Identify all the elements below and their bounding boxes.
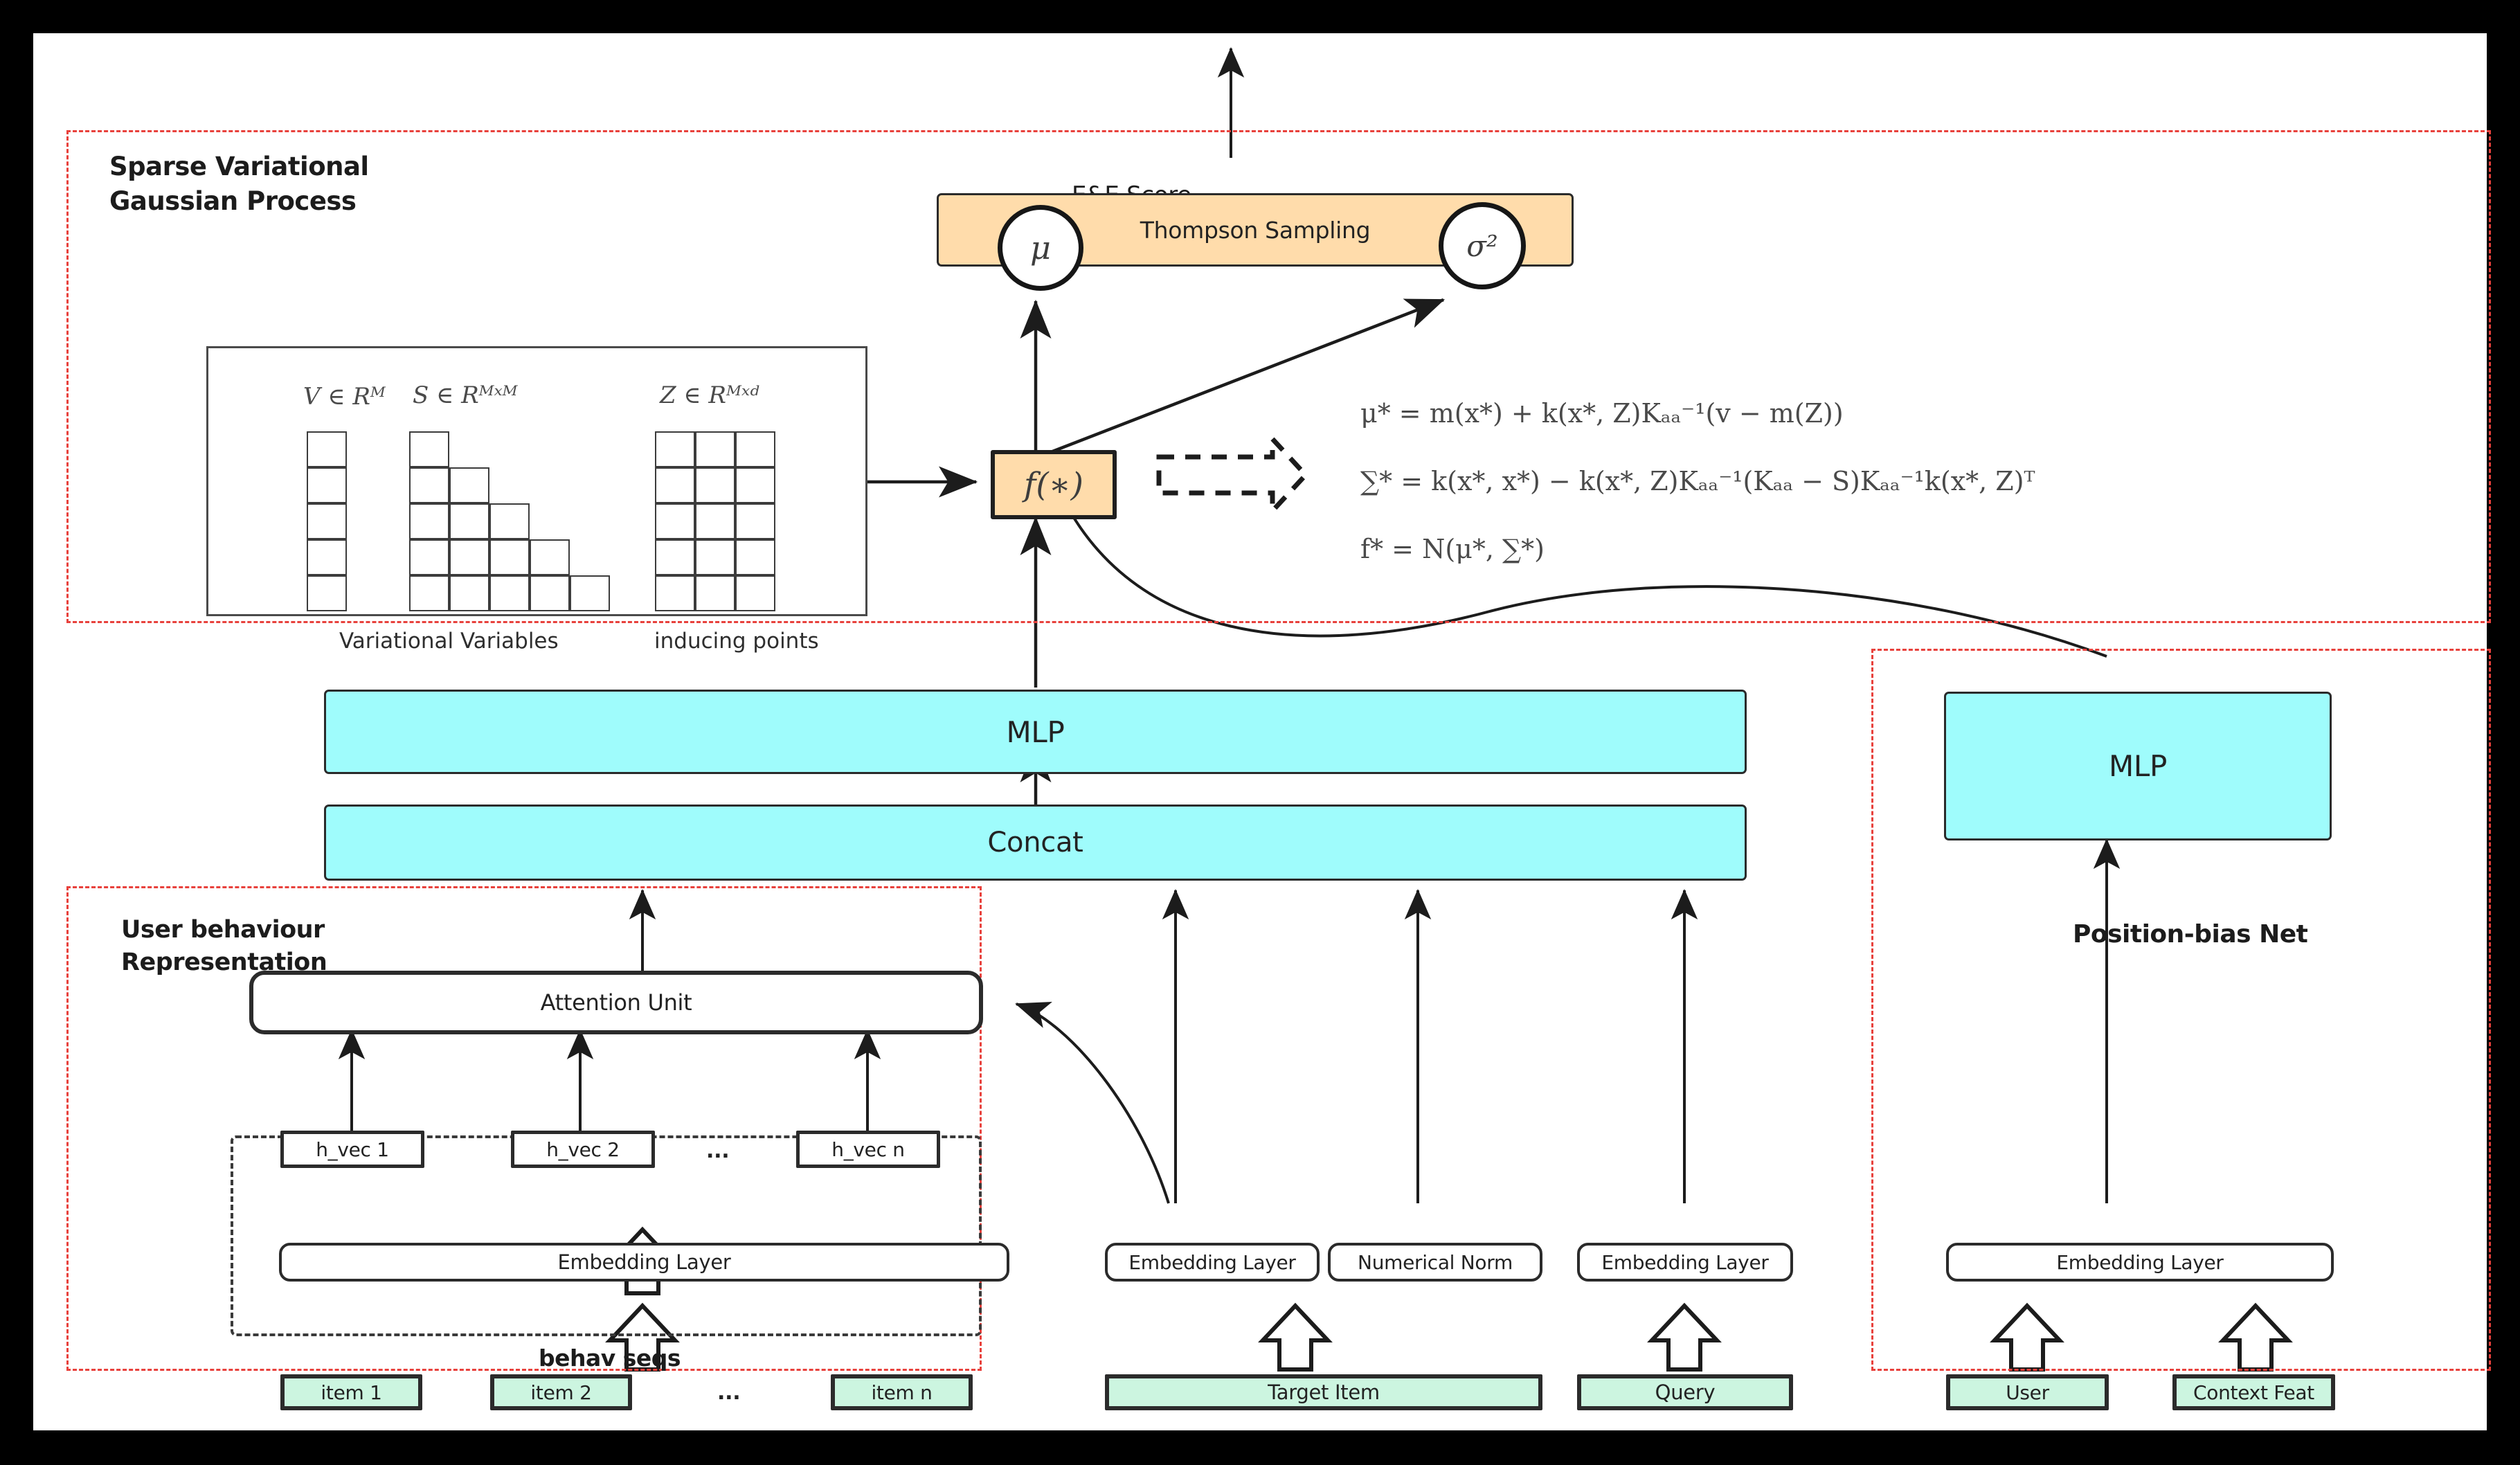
query-box[interactable]: Query xyxy=(1577,1374,1793,1410)
block-arrow-targetitem-to-embedding xyxy=(1258,1302,1333,1372)
behav-embedding-layer-label: Embedding Layer xyxy=(557,1250,731,1274)
main-mlp-label: MLP xyxy=(1006,714,1065,749)
concat-label: Concat xyxy=(987,827,1083,859)
position-bias-mlp-label: MLP xyxy=(2108,749,2168,783)
user-label: User xyxy=(2006,1381,2049,1404)
block-arrow-query-to-embedding xyxy=(1647,1302,1722,1372)
group-label-svgp: Sparse Variational Gaussian Process xyxy=(109,152,369,216)
f-star-box[interactable]: f(∗) xyxy=(991,450,1117,519)
thompson-sampling-label: Thompson Sampling xyxy=(1140,216,1371,244)
target-item-box[interactable]: Target Item xyxy=(1105,1374,1542,1410)
context-feat-label: Context Feat xyxy=(2193,1381,2314,1404)
group-label-behav-seqs: behav seqs xyxy=(539,1345,681,1372)
mu-label: μ xyxy=(1030,229,1051,267)
h-vec-2-label: h_vec 2 xyxy=(546,1138,620,1161)
s-space-label: S ∈ Rᴹˣᴹ xyxy=(413,381,518,409)
query-label: Query xyxy=(1655,1381,1716,1404)
query-embedding-layer-label: Embedding Layer xyxy=(1601,1250,1769,1274)
group-label-user-behaviour: User behaviour Representation xyxy=(121,916,327,976)
item-ellipsis: ... xyxy=(717,1381,741,1405)
item-1-box[interactable]: item 1 xyxy=(280,1374,422,1410)
screenshot-stage: Sparse Variational Gaussian Process User… xyxy=(0,0,2520,1465)
item-2-label: item 2 xyxy=(530,1381,592,1404)
user-box[interactable]: User xyxy=(1946,1374,2109,1410)
diagram-canvas: Sparse Variational Gaussian Process User… xyxy=(33,33,2491,1430)
main-mlp-box[interactable]: MLP xyxy=(324,690,1747,774)
target-embedding-layer-box[interactable]: Embedding Layer xyxy=(1105,1243,1320,1282)
v-space-label: V ∈ Rᴹ xyxy=(303,383,386,411)
numerical-norm-label: Numerical Norm xyxy=(1358,1250,1513,1274)
group-label-position-bias: Position-bias Net xyxy=(2073,920,2308,949)
equation-sigma-star: ∑* = k(x*, x*) − k(x*, Z)Kₐₐ⁻¹(Kₐₐ − S)K… xyxy=(1360,466,2035,496)
item-n-label: item n xyxy=(871,1381,933,1404)
sigma-squared-node[interactable]: σ² xyxy=(1439,202,1526,289)
position-bias-embedding-layer-label: Embedding Layer xyxy=(2056,1250,2224,1274)
h-vec-n-label: h_vec n xyxy=(831,1138,905,1161)
target-item-label: Target Item xyxy=(1268,1381,1380,1404)
behav-embedding-layer-box[interactable]: Embedding Layer xyxy=(279,1243,1009,1282)
z-space-label: Z ∈ Rᴹˣᵈ xyxy=(660,381,759,409)
h-vec-1-box[interactable]: h_vec 1 xyxy=(280,1131,424,1168)
item-n-box[interactable]: item n xyxy=(831,1374,973,1410)
attention-unit-box[interactable]: Attention Unit xyxy=(249,971,983,1034)
h-vec-2-box[interactable]: h_vec 2 xyxy=(511,1131,655,1168)
query-embedding-layer-box[interactable]: Embedding Layer xyxy=(1577,1243,1793,1282)
h-vec-ellipsis: ... xyxy=(706,1139,730,1163)
equation-mu-star: μ* = m(x*) + k(x*, Z)Kₐₐ⁻¹(v − m(Z)) xyxy=(1360,398,1844,429)
item-1-label: item 1 xyxy=(321,1381,382,1404)
concat-box[interactable]: Concat xyxy=(324,805,1747,881)
context-feat-box[interactable]: Context Feat xyxy=(2172,1374,2335,1410)
inducing-points-caption: inducing points xyxy=(654,629,819,654)
attention-unit-label: Attention Unit xyxy=(540,989,692,1016)
equation-f-star: f* = N(μ*, ∑*) xyxy=(1360,534,1545,564)
position-bias-mlp-box[interactable]: MLP xyxy=(1944,692,2332,841)
h-vec-n-box[interactable]: h_vec n xyxy=(796,1131,940,1168)
sigma-squared-label: σ² xyxy=(1466,228,1498,263)
f-star-label: f(∗) xyxy=(1023,465,1083,504)
mu-node[interactable]: μ xyxy=(998,205,1083,291)
curve-target-to-attention xyxy=(1015,1002,1170,1204)
target-embedding-layer-label: Embedding Layer xyxy=(1128,1250,1296,1274)
position-bias-embedding-layer-box[interactable]: Embedding Layer xyxy=(1946,1243,2334,1282)
h-vec-1-label: h_vec 1 xyxy=(316,1138,389,1161)
item-2-box[interactable]: item 2 xyxy=(490,1374,632,1410)
numerical-norm-box[interactable]: Numerical Norm xyxy=(1328,1243,1542,1282)
variational-variables-caption: Variational Variables xyxy=(339,629,559,654)
